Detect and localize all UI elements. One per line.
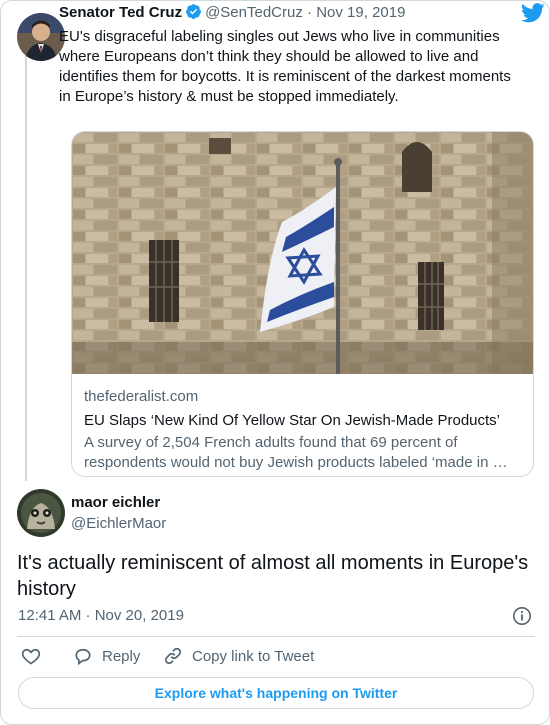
link-preview-image [72, 132, 533, 374]
heart-icon [21, 648, 41, 665]
separator-dot: · [307, 4, 313, 21]
link-description: A survey of 2,504 French adults found th… [84, 434, 508, 471]
thread-connector-line [25, 53, 27, 481]
link-domain: thefederalist.com [84, 388, 199, 405]
explore-twitter-button[interactable]: Explore what's happening on Twitter [18, 677, 534, 709]
copy-link-button[interactable]: Copy link to Tweet [163, 646, 314, 666]
copy-link-label: Copy link to Tweet [192, 647, 315, 665]
link-icon [164, 647, 182, 665]
link-preview-card[interactable]: thefederalist.com EU Slaps ‘New Kind Of … [71, 131, 534, 477]
tweet-actions: Reply Copy link to Tweet [17, 646, 535, 668]
twitter-bird-icon[interactable] [521, 3, 545, 28]
link-title[interactable]: EU Slaps ‘New Kind Of Yellow Star On Jew… [84, 411, 524, 431]
avatar-maor-eichler[interactable] [17, 489, 65, 537]
author-handle[interactable]: @EichlerMaor [71, 514, 166, 534]
embedded-tweet-card: Senator Ted Cruz @SenTedCruz · Nov 19, 20… [0, 0, 550, 725]
author-handle[interactable]: @SenTedCruz [205, 4, 303, 21]
divider [17, 636, 535, 637]
reply-button[interactable]: Reply [73, 646, 140, 666]
author-name[interactable]: Senator Ted Cruz [59, 4, 182, 21]
tweet-timestamp[interactable]: 12:41 AM · Nov 20, 2019 [18, 606, 184, 626]
reply-bubble-icon [75, 648, 91, 666]
reply-label: Reply [102, 647, 141, 665]
main-tweet-text: It's actually reminiscent of almost all … [17, 552, 529, 600]
parent-tweet-text: EU's disgraceful labeling singles out Je… [59, 28, 511, 105]
parent-tweet-header: Senator Ted Cruz @SenTedCruz · Nov 19, 20… [59, 3, 405, 26]
like-button[interactable] [21, 646, 50, 666]
author-name[interactable]: maor eichler [71, 493, 160, 513]
link-preview-meta: thefederalist.com EU Slaps ‘New Kind Of … [84, 387, 524, 473]
verified-badge-icon [185, 3, 202, 26]
avatar-ted-cruz[interactable] [17, 13, 65, 61]
info-icon[interactable] [512, 606, 532, 631]
tweet-date-link[interactable]: Nov 19, 2019 [316, 4, 405, 21]
